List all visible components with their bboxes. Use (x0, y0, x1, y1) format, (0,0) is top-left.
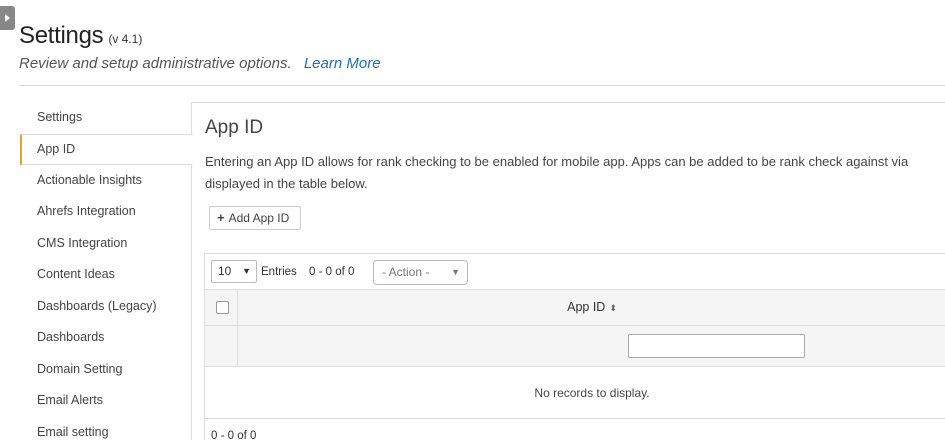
sidebar-item-email-setting[interactable]: Email setting (20, 417, 192, 440)
caret-down-icon: ▼ (242, 266, 251, 276)
app-id-filter-input[interactable] (628, 334, 805, 358)
sidebar-item-email-alerts[interactable]: Email Alerts (20, 385, 192, 417)
sidebar-item-dashboards-legacy[interactable]: Dashboards (Legacy) (20, 291, 192, 323)
entries-label: Entries (261, 266, 297, 278)
column-header-app-id[interactable]: App ID ⬍ (238, 290, 945, 325)
sidebar-item-dashboards[interactable]: Dashboards (20, 322, 192, 354)
page-title: Settings (19, 22, 104, 49)
select-all-cell (205, 290, 238, 325)
settings-sidebar: Settings App ID Actionable Insights Ahre… (20, 102, 193, 440)
sidebar-toggle[interactable] (0, 6, 15, 30)
select-all-checkbox[interactable] (216, 301, 229, 314)
version-label: (v 4.1) (108, 32, 143, 46)
sidebar-item-ahrefs-integration[interactable]: Ahrefs Integration (20, 196, 192, 228)
sidebar-item-settings[interactable]: Settings (20, 102, 192, 134)
learn-more-link[interactable]: Learn More (304, 55, 381, 72)
action-select-value: - Action - (382, 265, 430, 279)
page-size-select[interactable]: 10 ▼ (211, 260, 257, 283)
header-divider (19, 85, 945, 86)
sidebar-item-app-id[interactable]: App ID (20, 133, 193, 165)
sidebar-item-domain-setting[interactable]: Domain Setting (20, 354, 192, 386)
grid-toolbar: 10 ▼ Entries 0 - 0 of 0 - Action - ▼ (205, 254, 945, 290)
sort-icon: ⬍ (609, 303, 617, 313)
plus-icon: + (217, 210, 225, 225)
description-line-2: displayed in the table below. (205, 176, 368, 191)
description-line-1: Entering an App ID allows for rank check… (205, 154, 909, 169)
column-header-label: App ID (567, 300, 606, 314)
record-range-bottom: 0 - 0 of 0 (211, 430, 257, 440)
chevron-right-icon (5, 14, 10, 22)
grid-filter-row (205, 326, 945, 367)
panel-description: Entering an App ID allows for rank check… (205, 151, 945, 195)
sidebar-item-actionable-insights[interactable]: Actionable Insights (20, 165, 192, 197)
page-header: Settings (v 4.1) Review and setup admini… (19, 22, 381, 72)
sidebar-item-cms-integration[interactable]: CMS Integration (20, 228, 192, 260)
sidebar-item-content-ideas[interactable]: Content Ideas (20, 259, 192, 291)
record-range-top: 0 - 0 of 0 (309, 266, 355, 278)
caret-down-icon: ▼ (451, 267, 460, 277)
panel-title: App ID (205, 117, 264, 138)
page-size-value: 10 (218, 264, 232, 278)
grid-header-row: App ID ⬍ (205, 290, 945, 326)
subtitle-text: Review and setup administrative options. (19, 55, 292, 72)
app-id-panel: App ID Entering an App ID allows for ran… (191, 102, 945, 440)
app-id-grid: 10 ▼ Entries 0 - 0 of 0 - Action - ▼ App… (204, 253, 945, 440)
empty-message: No records to display. (205, 367, 945, 419)
filter-spacer-cell (205, 326, 238, 366)
add-app-id-button[interactable]: + Add App ID (209, 206, 302, 230)
action-select[interactable]: - Action - ▼ (373, 260, 468, 285)
add-app-id-label: Add App ID (228, 211, 290, 225)
page-subtitle: Review and setup administrative options.… (19, 55, 381, 72)
